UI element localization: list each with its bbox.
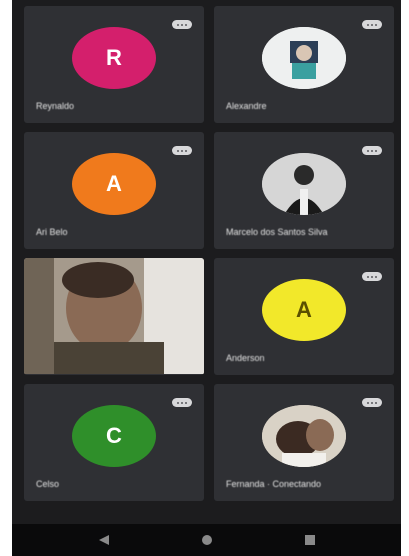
avatar: [262, 404, 346, 467]
avatar: R: [72, 26, 156, 89]
participant-name: Reynaldo: [36, 101, 75, 111]
home-icon[interactable]: [196, 533, 218, 547]
participant-tile[interactable]: Fernanda · Conectando: [214, 384, 394, 501]
participant-tile[interactable]: R Reynaldo: [24, 6, 204, 123]
recents-icon[interactable]: [299, 533, 321, 547]
avatar: A: [72, 152, 156, 215]
meeting-screen: R Reynaldo Alexandre A Ari Belo Marcelo …: [12, 0, 401, 556]
participant-grid: R Reynaldo Alexandre A Ari Belo Marcelo …: [24, 6, 394, 501]
participant-name: Ari Belo: [36, 227, 68, 237]
profile-photo: [262, 26, 346, 89]
participant-tile[interactable]: A Anderson: [214, 258, 394, 375]
more-options-icon[interactable]: [172, 20, 192, 29]
participant-name: Celso: [36, 479, 60, 489]
profile-photo: [262, 152, 346, 215]
more-options-icon[interactable]: [362, 398, 382, 407]
participant-name: Marcelo dos Santos Silva: [226, 227, 328, 237]
avatar: [262, 152, 346, 215]
participant-tile[interactable]: Alexandre: [214, 6, 394, 123]
avatar-initial: A: [106, 170, 122, 196]
participant-tile[interactable]: Marcelo dos Santos Silva: [214, 132, 394, 249]
profile-photo: [262, 404, 346, 467]
participant-name: Alexandre: [226, 101, 267, 111]
video-feed: [24, 258, 204, 374]
avatar: A: [262, 278, 346, 341]
more-options-icon[interactable]: [172, 146, 192, 155]
participant-tile[interactable]: C Celso: [24, 384, 204, 501]
back-icon[interactable]: [93, 533, 115, 547]
avatar-initial: R: [106, 44, 122, 70]
participant-name: Anderson: [226, 353, 265, 363]
avatar-initial: C: [106, 422, 122, 448]
more-options-icon[interactable]: [172, 398, 192, 407]
avatar: C: [72, 404, 156, 467]
more-options-icon[interactable]: [362, 272, 382, 281]
participant-name: Fernanda · Conectando: [226, 479, 322, 489]
avatar-initial: A: [296, 296, 312, 322]
more-options-icon[interactable]: [362, 146, 382, 155]
avatar: [262, 26, 346, 89]
system-navigation-bar: [12, 524, 401, 556]
participant-video-tile[interactable]: [24, 258, 204, 375]
participant-tile[interactable]: A Ari Belo: [24, 132, 204, 249]
more-options-icon[interactable]: [362, 20, 382, 29]
